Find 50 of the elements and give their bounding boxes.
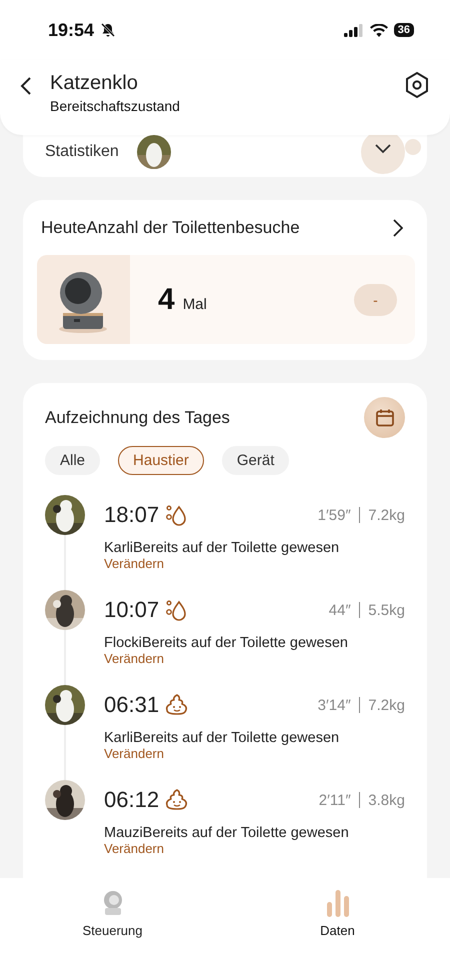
duration-reading: 44″: [328, 602, 351, 618]
record-time: 18:07: [104, 502, 160, 528]
bar-chart-icon: [324, 889, 350, 917]
tab-item[interactable]: Steuerung: [62, 888, 162, 939]
edit-link[interactable]: Verändern: [104, 651, 164, 666]
status-subtitle: Bereitschaftszustand: [50, 97, 180, 116]
droplets-icon: [165, 503, 188, 527]
record-description: KarliBereits auf der Toilette gewesen: [104, 540, 340, 556]
page-title: Katzenklo: [50, 71, 139, 96]
wifi-icon: [370, 24, 388, 36]
calendar-button[interactable]: [364, 397, 405, 438]
weight-reading: 3.8kg: [368, 792, 405, 808]
chevron-right-icon[interactable]: [393, 219, 403, 237]
filter-chip[interactable]: Alle: [45, 446, 100, 475]
duration-reading: 3′14″: [318, 696, 351, 714]
status-pill-button[interactable]: -: [354, 284, 397, 316]
filter-chip[interactable]: Haustier: [118, 446, 204, 475]
record-time: 06:31: [104, 692, 160, 718]
duration-reading: 1′59″: [318, 506, 351, 524]
record-description: FlockiBereits auf der Toilette gewesen: [104, 635, 349, 651]
weight-reading: 7.2kg: [368, 506, 405, 524]
bell-slash-icon: [100, 22, 116, 38]
filter-chip[interactable]: Gerät: [222, 446, 290, 475]
weight-reading: 5.5kg: [368, 602, 405, 618]
weight-reading: 7.2kg: [368, 696, 405, 714]
section-title: Aufzeichnung des Tages: [45, 408, 230, 428]
visit-count: 4: [158, 282, 175, 316]
edit-link[interactable]: Verändern: [104, 556, 164, 571]
settings-icon: [404, 71, 430, 99]
record-time: 06:12: [104, 787, 160, 813]
droplets-icon: [165, 598, 188, 622]
poop-icon: [165, 788, 190, 812]
record-description: KarliBereits auf der Toilette gewesen: [104, 730, 340, 746]
record-description: MauziBereits auf der Toilette gewesen: [104, 825, 350, 841]
section-title: HeuteAnzahl der Toilettenbesuche: [41, 218, 300, 238]
count-unit: Mal: [182, 296, 207, 312]
tab-item[interactable]: Daten: [288, 888, 388, 939]
settings-button[interactable]: [404, 71, 430, 99]
record-time: 10:07: [104, 597, 160, 623]
clock: 19:54: [48, 20, 94, 40]
calendar-icon: [374, 408, 394, 428]
battery-indicator: 36: [394, 23, 414, 37]
duration-reading: 2′11″: [318, 792, 351, 808]
edit-link[interactable]: Verändern: [104, 841, 164, 856]
chevron-left-icon: [20, 76, 32, 96]
statistics-card[interactable]: Statistiken: [23, 135, 427, 177]
poop-icon: [165, 693, 190, 717]
edit-link[interactable]: Verändern: [104, 746, 164, 761]
statistics-label: Statistiken: [45, 143, 119, 161]
signal-icon: [344, 24, 364, 36]
